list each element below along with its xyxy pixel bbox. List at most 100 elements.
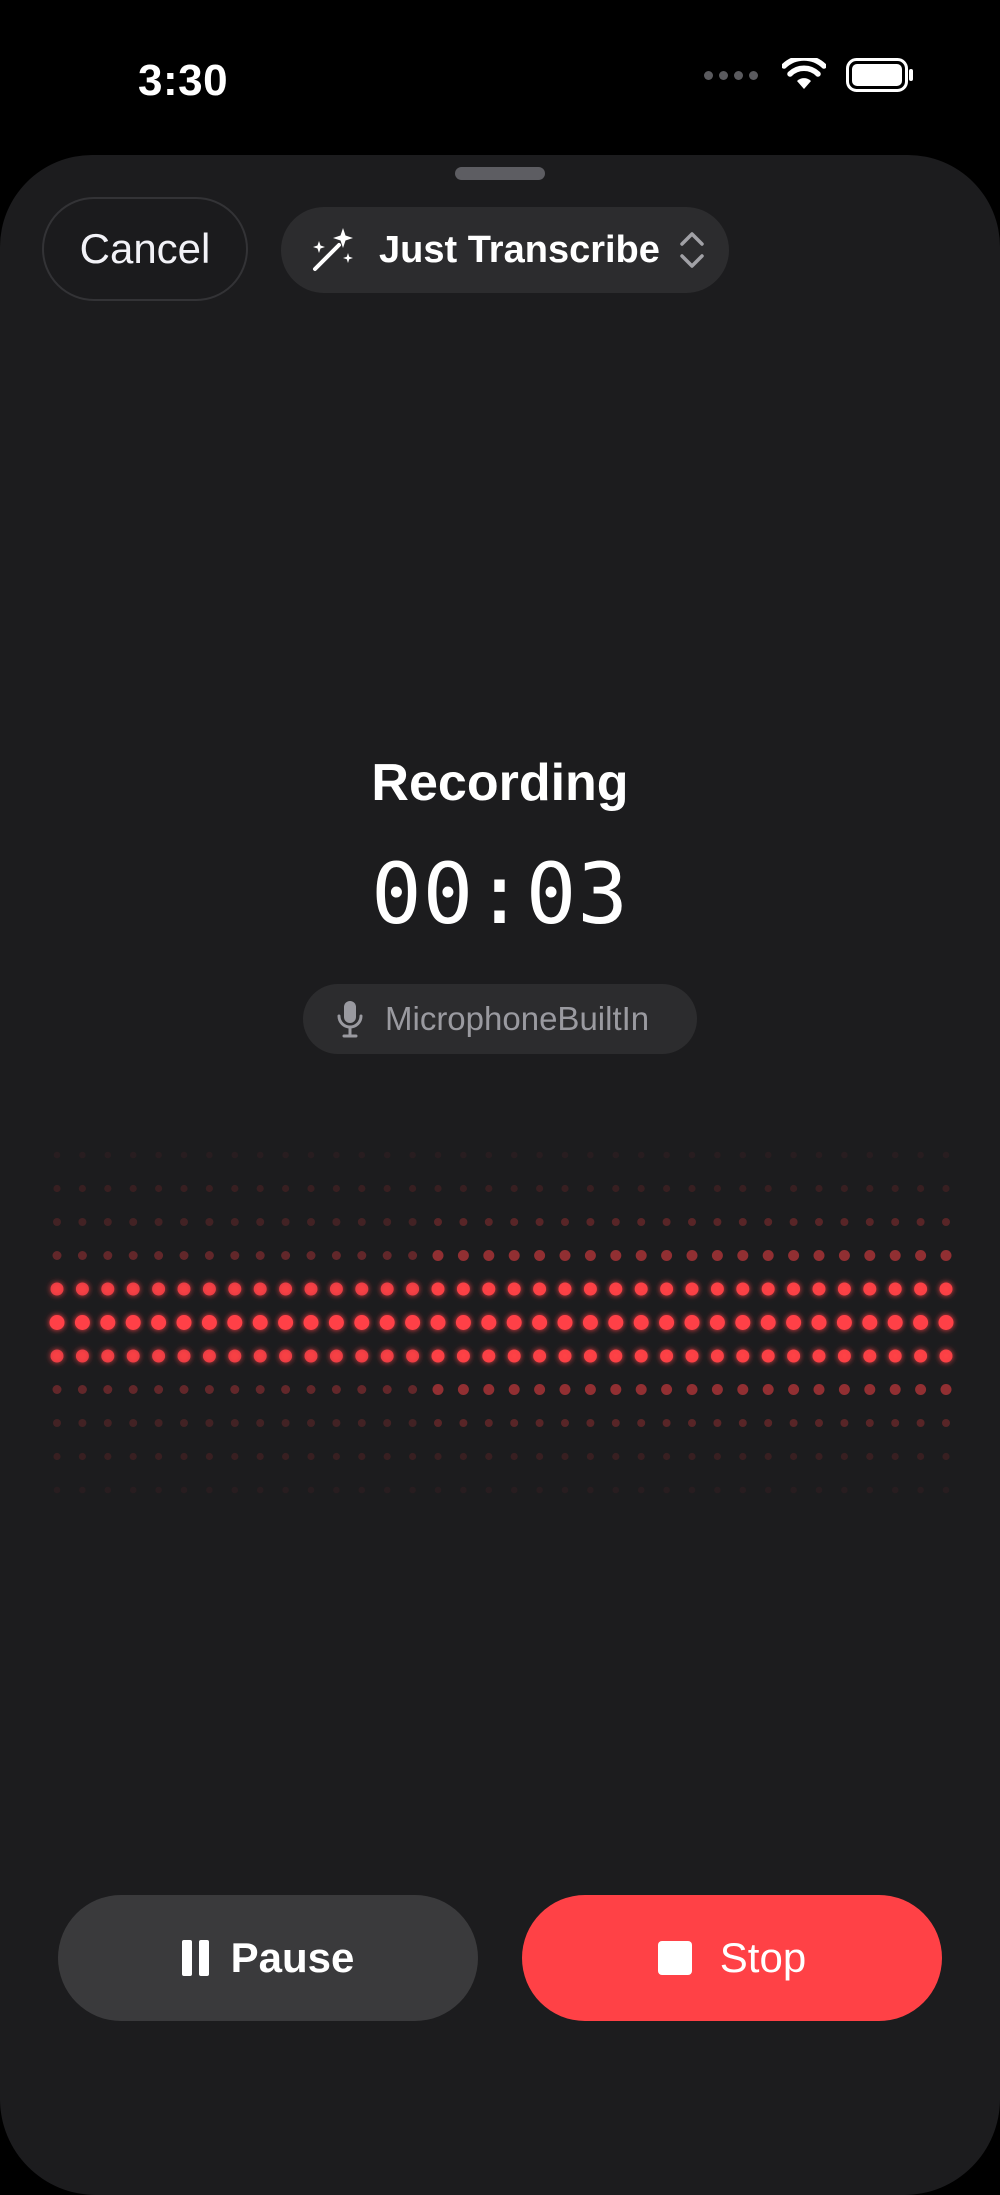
waveform-dot: [485, 1184, 493, 1193]
waveform-dot: [790, 1486, 797, 1494]
waveform-dot: [662, 1218, 671, 1226]
waveform-dot: [536, 1184, 544, 1193]
waveform-dot: [485, 1151, 493, 1159]
waveform-dot: [711, 1384, 723, 1395]
waveform-dot: [561, 1419, 569, 1427]
waveform-dot: [533, 1349, 547, 1363]
waveform-dot: [508, 1250, 520, 1261]
waveform-dot: [838, 1250, 850, 1261]
waveform-dot: [789, 1218, 798, 1226]
waveform-dot: [129, 1151, 137, 1159]
waveform-dot: [688, 1184, 696, 1193]
input-device-pill[interactable]: MicrophoneBuiltIn: [303, 984, 697, 1054]
waveform-dot: [383, 1218, 392, 1226]
waveform-dot: [939, 1349, 953, 1363]
waveform-dot: [405, 1315, 421, 1330]
pause-button-label: Pause: [230, 1934, 355, 1981]
waveform-dot: [561, 1184, 569, 1193]
waveform-dot: [355, 1282, 369, 1296]
waveform-dot: [737, 1250, 749, 1261]
waveform-dot: [815, 1452, 823, 1461]
waveform-dot: [888, 1349, 902, 1363]
waveform-dot: [739, 1486, 747, 1494]
transcription-mode-selector[interactable]: Just Transcribe: [281, 207, 729, 293]
waveform-dot: [304, 1349, 318, 1363]
waveform-dot: [536, 1486, 543, 1494]
waveform-dot: [282, 1486, 289, 1494]
waveform-dot: [204, 1251, 214, 1260]
waveform-dot: [939, 1282, 953, 1296]
transcription-mode-label: Just Transcribe: [379, 228, 660, 271]
waveform-dot: [255, 1385, 265, 1394]
waveform-dot: [180, 1452, 188, 1461]
waveform-dot: [841, 1486, 848, 1494]
waveform-dot: [812, 1282, 826, 1296]
waveform-dot: [104, 1184, 112, 1193]
sheet-grabber[interactable]: [455, 167, 545, 180]
waveform-dot: [278, 1315, 294, 1330]
waveform-dot: [180, 1184, 188, 1193]
waveform-dot: [790, 1151, 797, 1159]
waveform-dot: [660, 1282, 674, 1296]
waveform-dot: [333, 1486, 340, 1494]
waveform-dot: [891, 1419, 900, 1427]
wifi-icon: [782, 58, 826, 89]
stop-button[interactable]: Stop: [522, 1895, 942, 2021]
waveform-dot: [202, 1349, 216, 1363]
waveform-dot: [738, 1218, 747, 1226]
waveform-dot: [307, 1184, 315, 1193]
waveform-dot: [637, 1184, 645, 1193]
pause-icon: [181, 1940, 209, 1976]
waveform-dot: [688, 1218, 696, 1226]
waveform-dot: [866, 1184, 874, 1193]
waveform-dot: [739, 1452, 747, 1461]
waveform-dot: [736, 1349, 750, 1363]
waveform-dot: [434, 1184, 442, 1193]
waveform-dot: [536, 1452, 544, 1461]
waveform-dot: [940, 1250, 952, 1261]
waveform-dot: [942, 1184, 950, 1193]
waveform-dot: [864, 1384, 876, 1395]
waveform-dot: [609, 1349, 623, 1363]
waveform-dot: [126, 1282, 140, 1296]
waveform-dot: [77, 1385, 87, 1394]
waveform-dot: [866, 1452, 874, 1461]
waveform-dot: [74, 1315, 90, 1330]
pause-button[interactable]: Pause: [58, 1895, 478, 2021]
waveform-dot: [331, 1251, 341, 1260]
waveform-dot: [53, 1184, 61, 1193]
waveform-dot: [307, 1486, 315, 1494]
waveform-dot: [561, 1486, 569, 1494]
waveform-dot: [786, 1315, 802, 1330]
waveform-dot: [612, 1184, 620, 1193]
waveform-dot: [891, 1218, 900, 1226]
waveform-dot: [737, 1384, 749, 1395]
waveform-dot: [938, 1315, 954, 1330]
magic-wand-icon: [313, 228, 353, 271]
waveform-dot: [180, 1218, 188, 1226]
waveform-dot: [916, 1419, 925, 1427]
waveform-dot: [329, 1349, 343, 1363]
waveform-dot: [78, 1419, 87, 1427]
waveform-dot: [129, 1218, 138, 1226]
waveform-dot: [914, 1282, 928, 1296]
waveform-dot: [231, 1486, 239, 1494]
stop-button-label: Stop: [719, 1934, 807, 1981]
waveform-dot: [205, 1419, 214, 1427]
waveform-dot: [838, 1384, 850, 1395]
waveform-dot: [333, 1151, 340, 1159]
waveform-dot: [409, 1184, 417, 1193]
waveform-dot: [154, 1218, 163, 1226]
waveform-dot: [561, 1218, 569, 1226]
waveform-dot: [762, 1250, 774, 1261]
waveform-dot: [256, 1218, 265, 1226]
cancel-button[interactable]: Cancel: [42, 197, 248, 301]
waveform-dot: [510, 1184, 518, 1193]
waveform-dot: [155, 1452, 163, 1461]
waveform-dot: [379, 1315, 395, 1330]
waveform-dot: [889, 1250, 901, 1261]
waveform-dot: [714, 1486, 721, 1494]
waveform-dot: [177, 1282, 191, 1296]
waveform-dot: [586, 1419, 595, 1427]
waveform-dot: [891, 1452, 899, 1461]
